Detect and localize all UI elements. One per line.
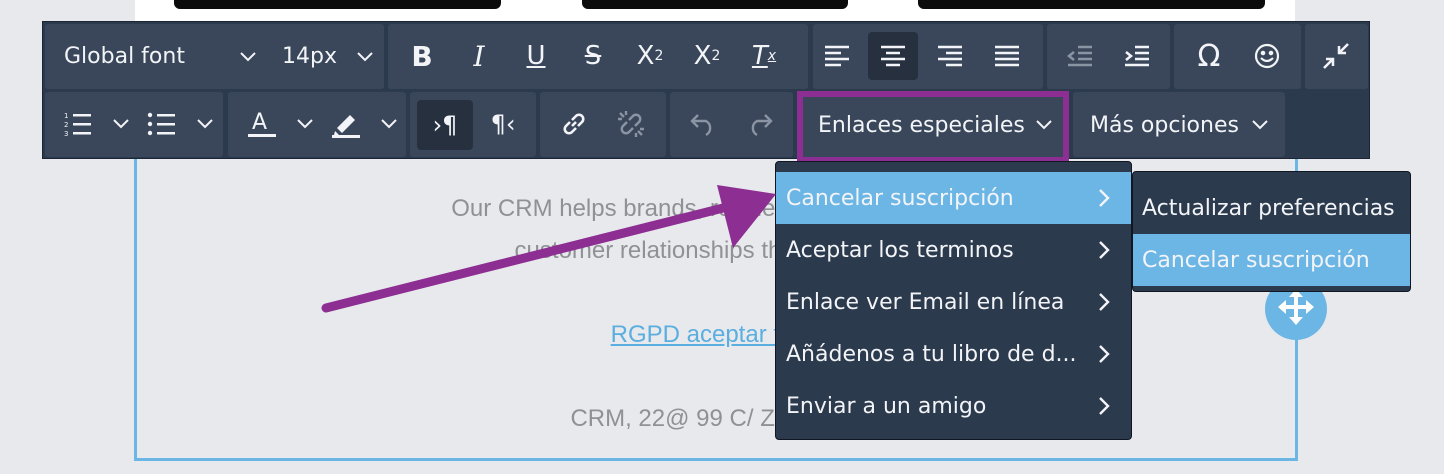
annotation-arrow	[321, 185, 776, 313]
